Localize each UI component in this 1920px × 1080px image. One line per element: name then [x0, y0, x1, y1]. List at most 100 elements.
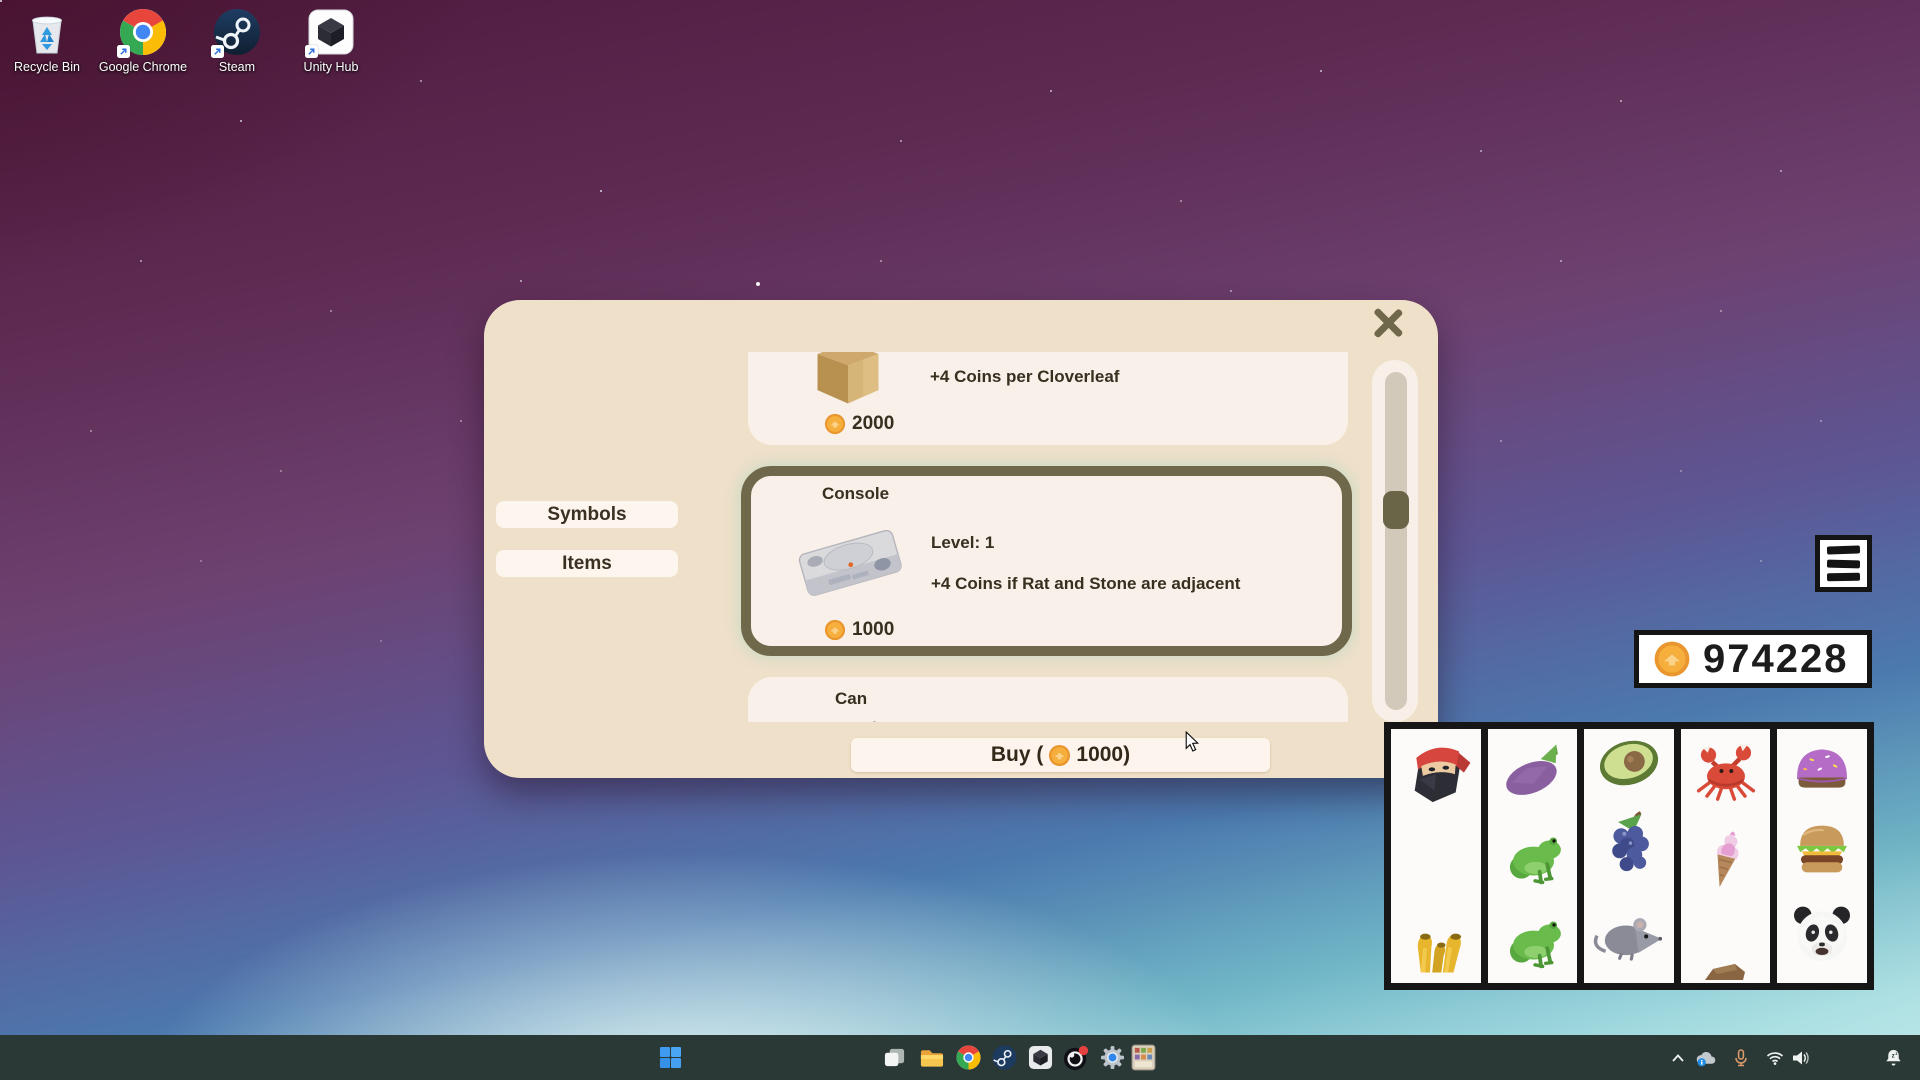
- buy-label-amount: 1000): [1076, 743, 1130, 767]
- task-view-button[interactable]: [879, 1035, 909, 1080]
- chrome-icon: [956, 1045, 981, 1070]
- unity-hub-icon: [1028, 1045, 1053, 1070]
- symbol-avocado-icon: [1584, 729, 1674, 805]
- windows-start-icon: [659, 1046, 682, 1069]
- item-price: 2000: [824, 413, 894, 435]
- microphone-icon: [1733, 1049, 1749, 1067]
- symbol-golden-coral-icon: [1391, 897, 1481, 981]
- board-column-4: [1681, 729, 1771, 983]
- scrollbar-thumb[interactable]: [1383, 491, 1409, 529]
- shop-dialog: Symbols Items +4 Coins per Clove: [484, 300, 1438, 778]
- steam-icon: [213, 8, 261, 56]
- taskbar: Search: [0, 1035, 1920, 1080]
- coin-icon: [1653, 640, 1691, 678]
- unity-hub-icon: [307, 8, 355, 56]
- tab-items[interactable]: Items: [496, 550, 678, 577]
- coin-icon: [1048, 744, 1071, 767]
- hamburger-menu-icon: [1827, 545, 1860, 554]
- file-explorer-icon: [919, 1046, 944, 1070]
- desktop: Recycle Bin Google Chrome: [0, 0, 1920, 1080]
- tab-items-label: Items: [562, 553, 612, 575]
- shop-item-can[interactable]: Can: [748, 677, 1348, 722]
- steam-taskbar-button[interactable]: [989, 1035, 1019, 1080]
- obs-studio-button[interactable]: [1061, 1035, 1091, 1080]
- coin-icon: [824, 413, 846, 435]
- volume-tray-button[interactable]: [1788, 1035, 1814, 1080]
- wallpaper-stars: [0, 0, 2, 2]
- onedrive-tray-button[interactable]: [1692, 1035, 1720, 1080]
- symbol-ninja-icon: [1391, 729, 1481, 813]
- shortcut-arrow-icon: [211, 45, 224, 58]
- item-description: +4 Coins per Cloverleaf: [930, 367, 1119, 387]
- chevron-up-icon: [1672, 1054, 1684, 1062]
- settings-button[interactable]: [1097, 1035, 1127, 1080]
- slot-game-window-icon: [1131, 1044, 1156, 1071]
- buy-label-prefix: Buy (: [991, 743, 1044, 767]
- coin-icon: [824, 619, 846, 641]
- item-level: Level: 1: [931, 533, 994, 553]
- volume-icon: [1792, 1050, 1810, 1066]
- desktop-icon-unity-hub[interactable]: Unity Hub: [285, 8, 377, 74]
- symbol-crab-icon: [1681, 729, 1771, 813]
- board-column-2: [1488, 729, 1578, 983]
- shop-item-cloverleaf-box[interactable]: +4 Coins per Cloverleaf 2000: [748, 352, 1348, 445]
- symbol-board: [1384, 722, 1874, 990]
- symbol-panda-icon: [1777, 891, 1867, 975]
- game-console-icon: [785, 510, 915, 614]
- symbol-eggplant-icon: [1488, 729, 1578, 813]
- svg-text:z: z: [1891, 1053, 1894, 1060]
- item-title: Can: [835, 689, 867, 709]
- notification-bell-button[interactable]: z z: [1880, 1035, 1906, 1080]
- symbol-burger-icon: [1777, 807, 1867, 891]
- menu-button[interactable]: [1815, 535, 1872, 592]
- settings-gear-icon: [1100, 1045, 1125, 1070]
- cardboard-box-icon: [800, 352, 896, 413]
- desktop-icon-label: Google Chrome: [97, 60, 189, 74]
- recycle-bin-icon: [23, 8, 71, 56]
- start-button[interactable]: [655, 1035, 685, 1080]
- close-icon: [1372, 307, 1404, 339]
- chrome-taskbar-button[interactable]: [953, 1035, 983, 1080]
- board-column-3: [1584, 729, 1674, 983]
- buy-button[interactable]: Buy ( 1000): [851, 738, 1270, 772]
- shop-item-list: +4 Coins per Cloverleaf 2000 Console: [710, 352, 1360, 722]
- symbol-donut-cake-icon: [1777, 729, 1867, 807]
- chrome-icon: [119, 8, 167, 56]
- file-explorer-button[interactable]: [916, 1035, 946, 1080]
- desktop-icon-label: Steam: [191, 60, 283, 74]
- unity-hub-taskbar-button[interactable]: [1025, 1035, 1055, 1080]
- board-column-5: [1777, 729, 1867, 983]
- item-title: Console: [822, 484, 889, 504]
- tab-symbols-label: Symbols: [547, 504, 626, 526]
- symbol-wood-partial-icon: [1705, 964, 1749, 983]
- close-button[interactable]: [1370, 306, 1406, 342]
- tab-symbols[interactable]: Symbols: [496, 501, 678, 528]
- microphone-tray-button[interactable]: [1728, 1035, 1754, 1080]
- onedrive-cloud-icon: [1695, 1049, 1718, 1067]
- steam-icon: [992, 1045, 1017, 1070]
- symbol-ice-cream-icon: [1681, 813, 1771, 897]
- scrollbar-track[interactable]: [1385, 372, 1407, 710]
- desktop-icon-recycle-bin[interactable]: Recycle Bin: [1, 8, 93, 74]
- tray-chevron-button[interactable]: [1666, 1035, 1690, 1080]
- slot-game-window-button[interactable]: [1129, 1035, 1157, 1080]
- desktop-icon-google-chrome[interactable]: Google Chrome: [97, 8, 189, 74]
- wifi-icon: [1766, 1051, 1784, 1065]
- task-view-icon: [883, 1046, 906, 1069]
- item-description: +4 Coins if Rat and Stone are adjacent: [931, 574, 1240, 594]
- board-column-1: [1391, 729, 1481, 983]
- shop-item-console[interactable]: Console: [741, 466, 1352, 656]
- shortcut-arrow-icon: [305, 45, 318, 58]
- desktop-icon-label: Unity Hub: [285, 60, 377, 74]
- coin-total: 974228: [1703, 637, 1848, 682]
- desktop-icon-steam[interactable]: Steam: [191, 8, 283, 74]
- symbol-grapes-icon: [1584, 805, 1674, 889]
- coin-counter: 974228: [1634, 630, 1872, 688]
- mouse-cursor: [1185, 731, 1199, 757]
- symbol-rat-icon: [1584, 889, 1674, 973]
- shortcut-arrow-icon: [117, 45, 130, 58]
- obs-studio-icon: [1063, 1045, 1089, 1071]
- notification-badge: [1079, 1045, 1088, 1054]
- svg-text:z: z: [1895, 1051, 1897, 1056]
- wifi-tray-button[interactable]: [1762, 1035, 1788, 1080]
